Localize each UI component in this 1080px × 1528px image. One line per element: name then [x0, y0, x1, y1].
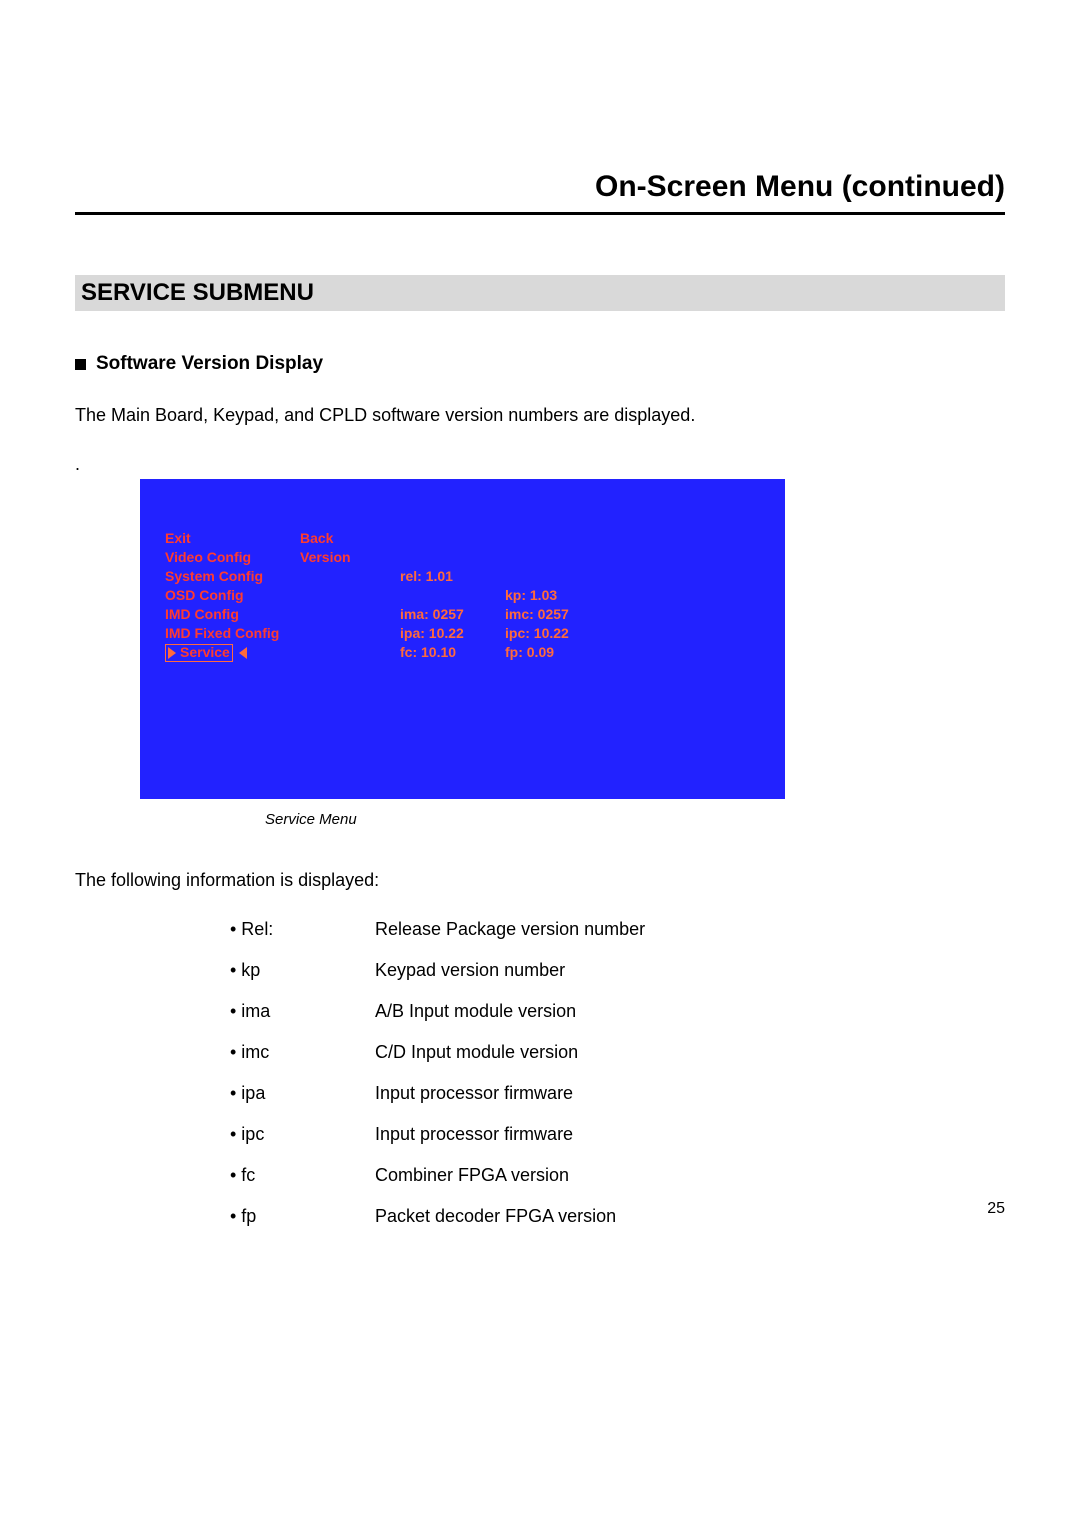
def-key: • imc	[230, 1042, 375, 1063]
def-key: • fc	[230, 1165, 375, 1186]
triangle-left-icon	[239, 647, 247, 659]
page-title: On-Screen Menu (continued)	[75, 170, 1005, 215]
sub-heading: Software Version Display	[75, 353, 1005, 375]
list-item: • ipc Input processor firmware	[230, 1124, 1005, 1145]
menu-item-imd-fixed-config: IMD Fixed Config	[165, 624, 300, 643]
list-item: • ima A/B Input module version	[230, 1001, 1005, 1022]
def-val: Input processor firmware	[375, 1124, 573, 1145]
menu-item-system-config: System Config	[165, 567, 300, 586]
def-val: Packet decoder FPGA version	[375, 1206, 616, 1227]
def-key: • Rel:	[230, 919, 375, 940]
square-bullet-icon	[75, 359, 86, 370]
triangle-right-icon	[168, 647, 176, 659]
figure-caption: Service Menu	[265, 811, 1005, 828]
def-val: Release Package version number	[375, 919, 645, 940]
list-item: • kp Keypad version number	[230, 960, 1005, 981]
menu-item-imd-config: IMD Config	[165, 605, 300, 624]
definitions-list: • Rel: Release Package version number • …	[230, 919, 1005, 1227]
list-item: • imc C/D Input module version	[230, 1042, 1005, 1063]
list-item: • fc Combiner FPGA version	[230, 1165, 1005, 1186]
def-key: • ipc	[230, 1124, 375, 1145]
version-imc: imc: 0257	[505, 605, 610, 624]
version-fp: fp: 0.09	[505, 643, 610, 662]
version-kp: kp: 1.03	[505, 586, 610, 605]
def-val: C/D Input module version	[375, 1042, 578, 1063]
def-key: • ima	[230, 1001, 375, 1022]
menu-item-service-label: Service	[180, 643, 230, 662]
stray-dot: .	[75, 454, 1005, 475]
version-rel: rel: 1.01	[400, 567, 505, 586]
menu-item-video-config: Video Config	[165, 548, 300, 567]
list-item: • fp Packet decoder FPGA version	[230, 1206, 1005, 1227]
menu-item-exit: Exit	[165, 529, 300, 548]
menu-item-service-selected: Service	[165, 644, 233, 662]
service-menu-screenshot: Exit Back Video Config Version System Co…	[140, 479, 785, 799]
page-number: 25	[987, 1200, 1005, 1218]
section-heading: SERVICE SUBMENU	[75, 275, 1005, 311]
def-key: • kp	[230, 960, 375, 981]
intro-paragraph: The Main Board, Keypad, and CPLD softwar…	[75, 405, 1005, 426]
following-paragraph: The following information is displayed:	[75, 870, 1005, 891]
version-ima: ima: 0257	[400, 605, 505, 624]
def-key: • fp	[230, 1206, 375, 1227]
def-val: Input processor firmware	[375, 1083, 573, 1104]
version-ipa: ipa: 10.22	[400, 624, 505, 643]
version-fc: fc: 10.10	[400, 643, 505, 662]
list-item: • Rel: Release Package version number	[230, 919, 1005, 940]
def-val: A/B Input module version	[375, 1001, 576, 1022]
sub-heading-text: Software Version Display	[96, 353, 323, 375]
menu-item-osd-config: OSD Config	[165, 586, 300, 605]
def-val: Keypad version number	[375, 960, 565, 981]
menu-item-version: Version	[300, 548, 400, 567]
list-item: • ipa Input processor firmware	[230, 1083, 1005, 1104]
def-val: Combiner FPGA version	[375, 1165, 569, 1186]
menu-item-back: Back	[300, 529, 400, 548]
version-ipc: ipc: 10.22	[505, 624, 610, 643]
def-key: • ipa	[230, 1083, 375, 1104]
